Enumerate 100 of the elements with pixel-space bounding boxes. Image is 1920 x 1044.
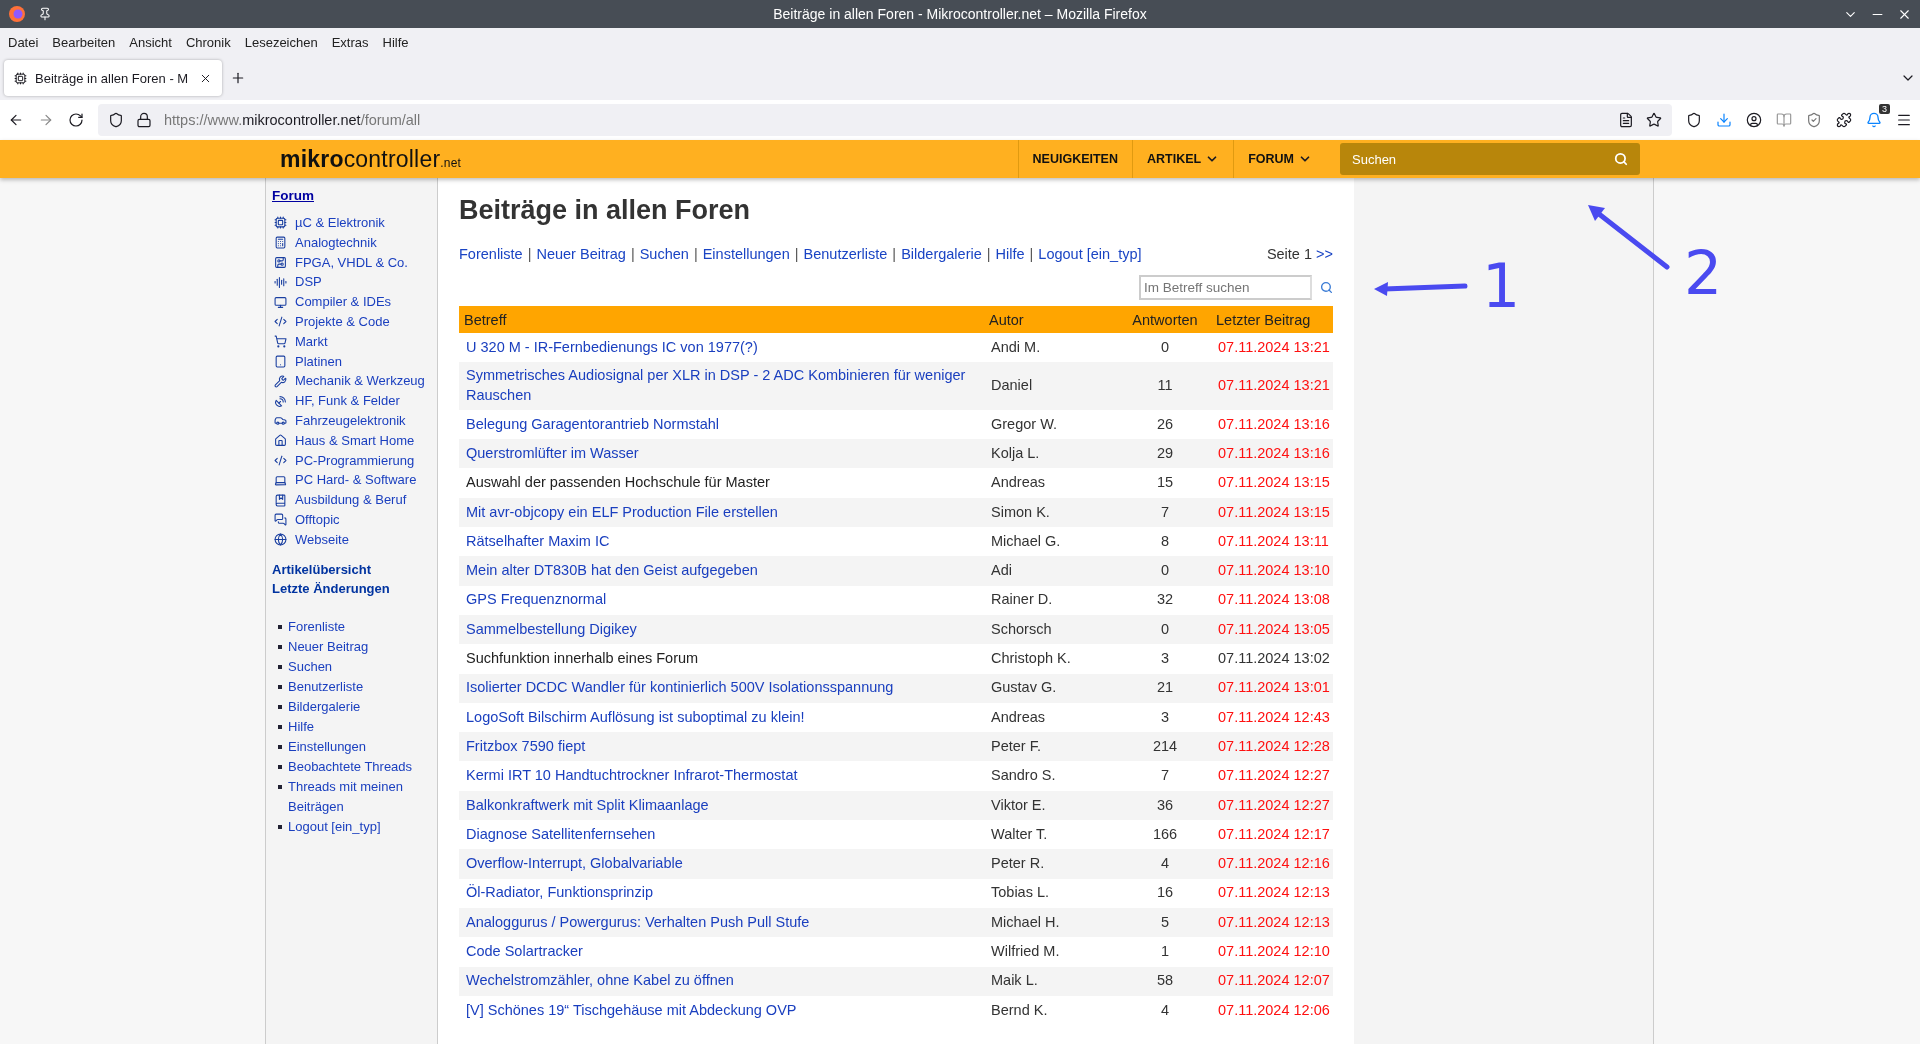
forum-link[interactable]: Webseite (272, 529, 431, 550)
forum-link[interactable]: PC Hard- & Software (272, 470, 431, 491)
replies-cell: 0 (1119, 333, 1211, 363)
menu-item[interactable]: Datei (8, 34, 39, 50)
address-bar[interactable]: https://www.mikrocontroller.net/forum/all (98, 104, 1672, 136)
last-post-cell: 07.11.2024 13:08 (1211, 585, 1333, 615)
sidebar-link[interactable]: Forenliste (288, 616, 346, 637)
thread-link[interactable]: Code Solartracker (466, 942, 977, 962)
thread-link[interactable]: U 320 M - IR-Fernbedienungs IC von 1977(?) (466, 337, 977, 358)
forum-link[interactable]: Markt (272, 331, 431, 352)
reader-view-icon[interactable] (1618, 112, 1634, 128)
forum-link[interactable]: Analogtechnik (272, 232, 431, 253)
separator: | (986, 246, 991, 262)
forum-nav-link[interactable]: Einstellungen (702, 246, 790, 262)
forum-link[interactable]: Platinen (272, 351, 431, 372)
sidebar-link[interactable]: Hilfe (288, 716, 314, 737)
thread-link[interactable]: [V] Schönes 19“ Tischgehäuse mit Abdeckung OVP (466, 1000, 977, 1021)
sidebar-link[interactable]: Artikelübersicht (272, 559, 431, 580)
browser-logo-icon (8, 5, 26, 23)
forum-nav-link[interactable]: Suchen (639, 246, 689, 262)
thread-link[interactable]: Querstromlüfter im Wasser (466, 443, 977, 464)
last-post-cell: 07.11.2024 12:28 (1211, 732, 1333, 762)
thread-link[interactable]: Overflow-Interrupt, Globalvariable (466, 854, 977, 874)
forum-link[interactable]: Mechanik & Werkzeug (272, 371, 431, 392)
bell-icon[interactable] (1866, 112, 1882, 128)
menu-icon[interactable] (1896, 112, 1912, 128)
forum-icon (274, 394, 287, 408)
back-icon[interactable] (8, 112, 24, 128)
forum-nav-link[interactable]: Neuer Beitrag (536, 246, 626, 262)
next-page-link[interactable]: >> (1316, 246, 1333, 262)
library-icon[interactable] (1776, 112, 1792, 128)
menu-item[interactable]: Chronik (185, 34, 231, 50)
sidebar-link[interactable]: Einstellungen (288, 736, 367, 757)
forum-nav-link[interactable]: Logout [ein_typ] (1038, 246, 1142, 262)
thread-link[interactable]: Öl-Radiator, Funktionsprinzip (466, 883, 977, 904)
thread-link[interactable]: LogoSoft Bilschirm Auflösung ist suboptimal zu klein! (466, 707, 977, 728)
extensions-icon[interactable] (1836, 112, 1852, 128)
forum-link[interactable]: DSP (272, 272, 431, 293)
sidebar-link[interactable]: Beobachtete Threads (288, 756, 413, 777)
separator: | (794, 246, 799, 262)
last-post-cell: 07.11.2024 13:10 (1211, 556, 1333, 586)
thread-link[interactable]: Symmetrisches Audiosignal per XLR in DSP - 2 ADC Kombinieren für weniger Rauschen (466, 366, 977, 406)
forum-link[interactable]: Offtopic (272, 509, 431, 530)
sidebar-link[interactable]: Logout [ein_typ] (288, 816, 381, 837)
thread-link[interactable]: Mit avr-objcopy ein ELF Production File erstellen (466, 502, 977, 523)
forward-icon[interactable] (38, 112, 54, 128)
thread-link[interactable]: Fritzbox 7590 fiept (466, 736, 977, 757)
thread-link[interactable]: Diagnose Satellitenfernsehen (466, 824, 977, 845)
thread-link[interactable]: Suchfunktion innerhalb eines Forum (466, 649, 977, 669)
menu-item[interactable]: Bearbeiten (52, 34, 116, 50)
search-icon[interactable] (1614, 152, 1628, 166)
forum-link[interactable]: Compiler & IDEs (272, 292, 431, 312)
download-icon[interactable] (1716, 112, 1732, 128)
forum-nav-link[interactable]: Bildergalerie (901, 246, 982, 262)
sidebar-link[interactable]: Letzte Änderungen (272, 579, 431, 599)
forum-link[interactable]: µC & Elektronik (272, 213, 431, 233)
forum-nav-link[interactable]: Hilfe (995, 246, 1025, 262)
thread-link[interactable]: Rätselhafter Maxim IC (466, 531, 977, 552)
bookmark-star-icon[interactable] (1646, 112, 1662, 128)
account-icon[interactable] (1746, 112, 1762, 128)
last-post-cell: 07.11.2024 13:11 (1211, 527, 1333, 557)
thread-link[interactable]: Mein alter DT830B hat den Geist aufgegeben (466, 561, 977, 581)
reload-icon[interactable] (68, 112, 84, 128)
sidebar-link[interactable]: Benutzerliste (288, 676, 364, 697)
forum-link[interactable]: FPGA, VHDL & Co. (272, 252, 431, 273)
sidebar-link[interactable]: Neuer Beitrag (288, 636, 369, 657)
site-logo[interactable]: mikrocontroller.net (280, 145, 462, 173)
forum-nav-link[interactable]: Forenliste (459, 246, 523, 262)
thread-link[interactable]: Auswahl der passenden Hochschule für Master (466, 473, 977, 494)
forum-link[interactable]: Projekte & Code (272, 312, 431, 332)
sidebar-link[interactable]: Suchen (288, 656, 333, 677)
forum-link[interactable]: Ausbildung & Beruf (272, 490, 431, 510)
forum-link[interactable]: Haus & Smart Home (272, 430, 431, 451)
thread-link[interactable]: Kermi IRT 10 Handtuchtrockner Infrarot-Thermostat (466, 766, 977, 786)
menu-item[interactable]: Hilfe (382, 34, 409, 50)
sidebar-link[interactable]: Bildergalerie (288, 696, 361, 717)
thread-link[interactable]: Isolierter DCDC Wandler für kontinierlich 500V Isolationsspannung (466, 678, 977, 699)
author-cell: Andreas (984, 702, 1119, 733)
thread-link[interactable]: Balkonkraftwerk mit Split Klimaanlage (466, 795, 977, 816)
thread-link[interactable]: GPS Frequenznormal (466, 590, 977, 611)
sidebar-heading[interactable]: Forum (272, 188, 431, 203)
new-tab-icon[interactable] (230, 70, 246, 86)
thread-link[interactable]: Sammelbestellung Digikey (466, 619, 977, 640)
browser-tab[interactable]: Beiträge in allen Foren - M (4, 60, 222, 96)
thread-link[interactable]: Analoggurus / Powergurus: Verhalten Push Pull Stufe (466, 912, 977, 933)
forum-link[interactable]: HF, Funk & Felder (272, 391, 431, 411)
search-icon[interactable] (1320, 281, 1333, 294)
thread-link[interactable]: Belegung Garagentorantrieb Normstahl (466, 414, 977, 435)
menu-item[interactable]: Ansicht (129, 34, 172, 50)
menu-item[interactable]: Lesezeichen (244, 34, 318, 50)
forum-nav-link[interactable]: Benutzerliste (803, 246, 888, 262)
forum-link[interactable]: PC-Programmierung (272, 450, 431, 471)
sidebar-link[interactable]: Threads mit meinen Beiträgen (288, 776, 431, 817)
separator: | (1029, 246, 1034, 262)
author-cell: Gregor W. (984, 409, 1119, 440)
shield-extension-icon[interactable] (1806, 112, 1822, 128)
subject-search-field[interactable]: Im Betreff suchen (1139, 275, 1312, 300)
thread-link[interactable]: Wechelstromzähler, ohne Kabel zu öffnen (466, 971, 977, 992)
forum-link[interactable]: Fahrzeugelektronik (272, 410, 431, 431)
menu-item[interactable]: Extras (331, 34, 369, 50)
